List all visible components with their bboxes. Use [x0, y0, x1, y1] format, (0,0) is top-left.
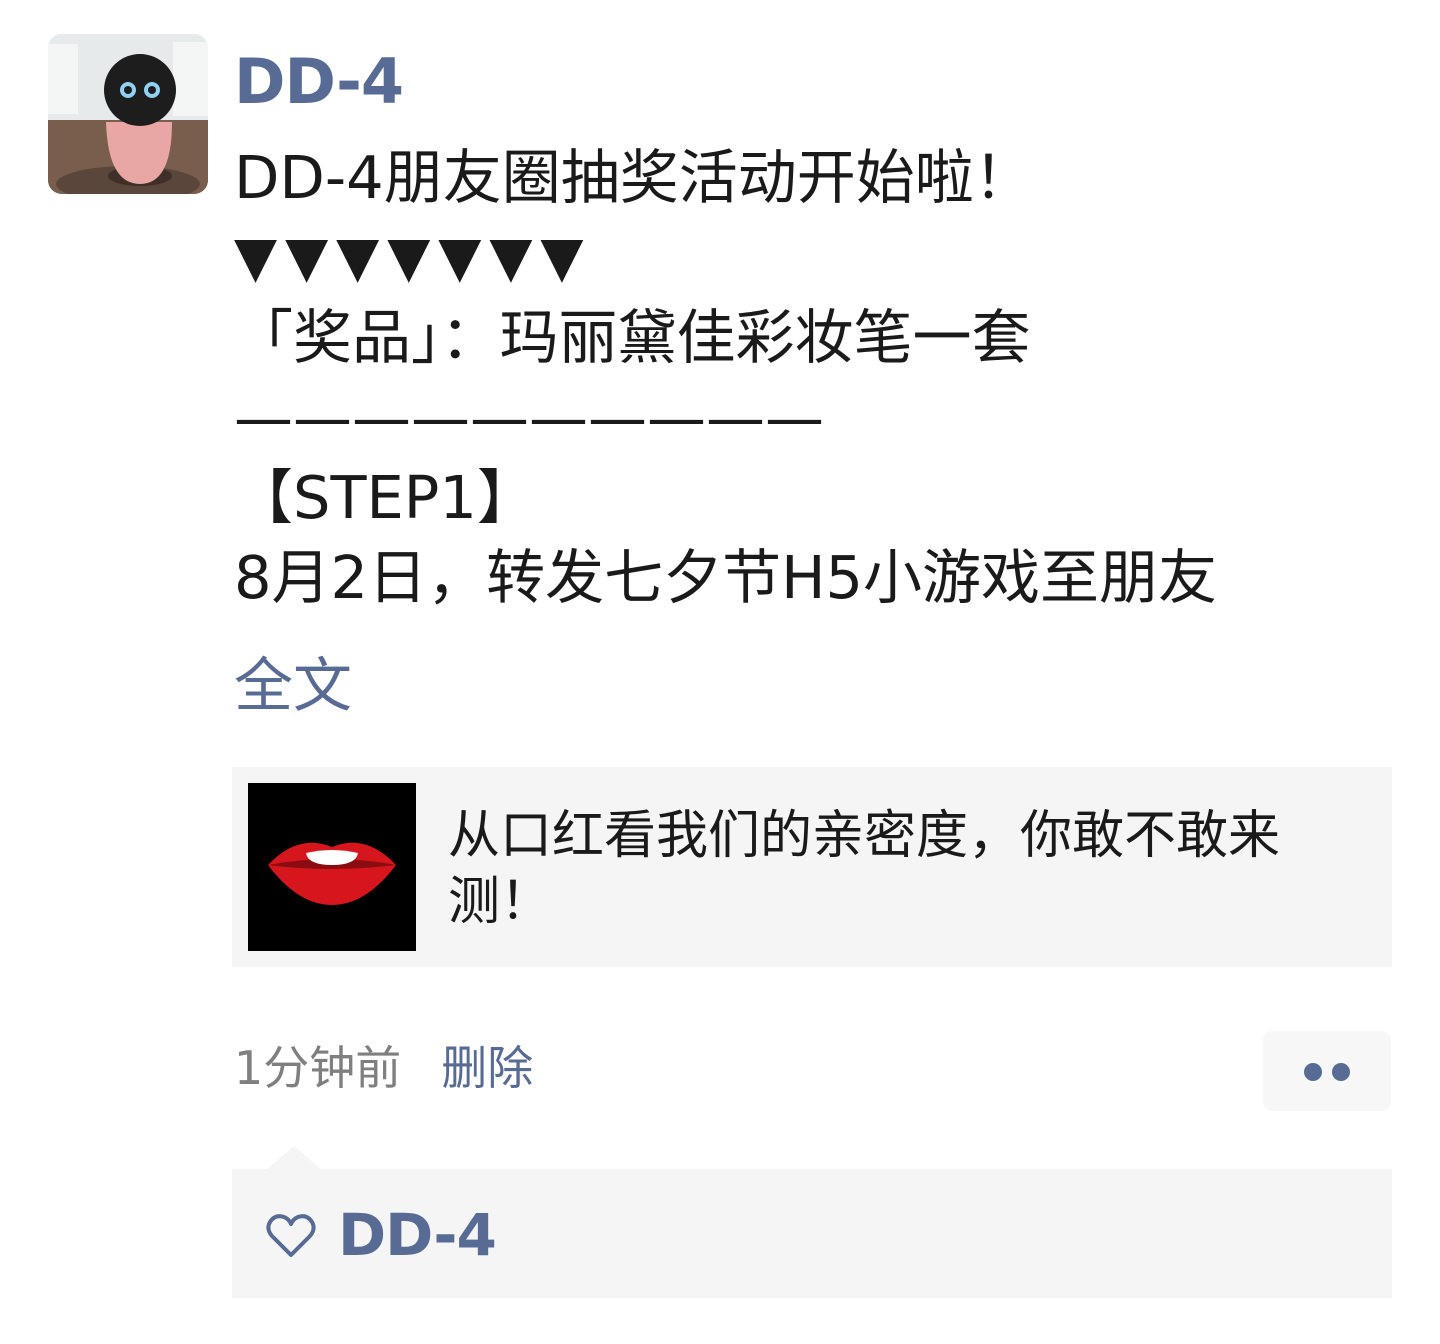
likes-panel: DD-4	[232, 1169, 1392, 1298]
more-dots-icon	[1332, 1063, 1350, 1081]
more-actions-button[interactable]	[1263, 1031, 1391, 1111]
avatar[interactable]	[48, 34, 208, 194]
share-thumbnail	[248, 783, 416, 951]
more-dots-icon	[1304, 1063, 1322, 1081]
shared-link-card[interactable]: 从口红看我们的亲密度，你敢不敢来测！	[232, 767, 1392, 967]
post-line: ——————————	[234, 383, 824, 452]
post-meta: 1分钟前 删除	[234, 1036, 533, 1100]
likes-caret	[266, 1146, 322, 1170]
share-title: 从口红看我们的亲密度，你敢不敢来测！	[448, 806, 1281, 932]
liker-name[interactable]: DD-4	[338, 1199, 497, 1271]
post-body: DD-4朋友圈抽奖活动开始啦！ ▼▼▼▼▼▼▼ 「奖品」：玛丽黛佳彩妆笔一套 —…	[234, 138, 1384, 618]
delete-link[interactable]: 删除	[441, 1041, 533, 1095]
post-line: DD-4朋友圈抽奖活动开始啦！	[234, 143, 1033, 212]
post-line: 「奖品」：玛丽黛佳彩妆笔一套	[234, 303, 1031, 372]
robot-avatar-icon	[48, 34, 208, 194]
heart-icon	[266, 1214, 316, 1257]
lips-icon	[248, 783, 416, 951]
post-line: ▼▼▼▼▼▼▼	[234, 225, 592, 290]
post-time: 1分钟前	[234, 1041, 402, 1095]
post-line: 8月2日，转发七夕节H5小游戏至朋友	[234, 543, 1217, 612]
post-line: 【STEP1】	[234, 463, 536, 532]
post-author[interactable]: DD-4	[234, 44, 404, 120]
expand-full-text-link[interactable]: 全文	[234, 646, 352, 726]
